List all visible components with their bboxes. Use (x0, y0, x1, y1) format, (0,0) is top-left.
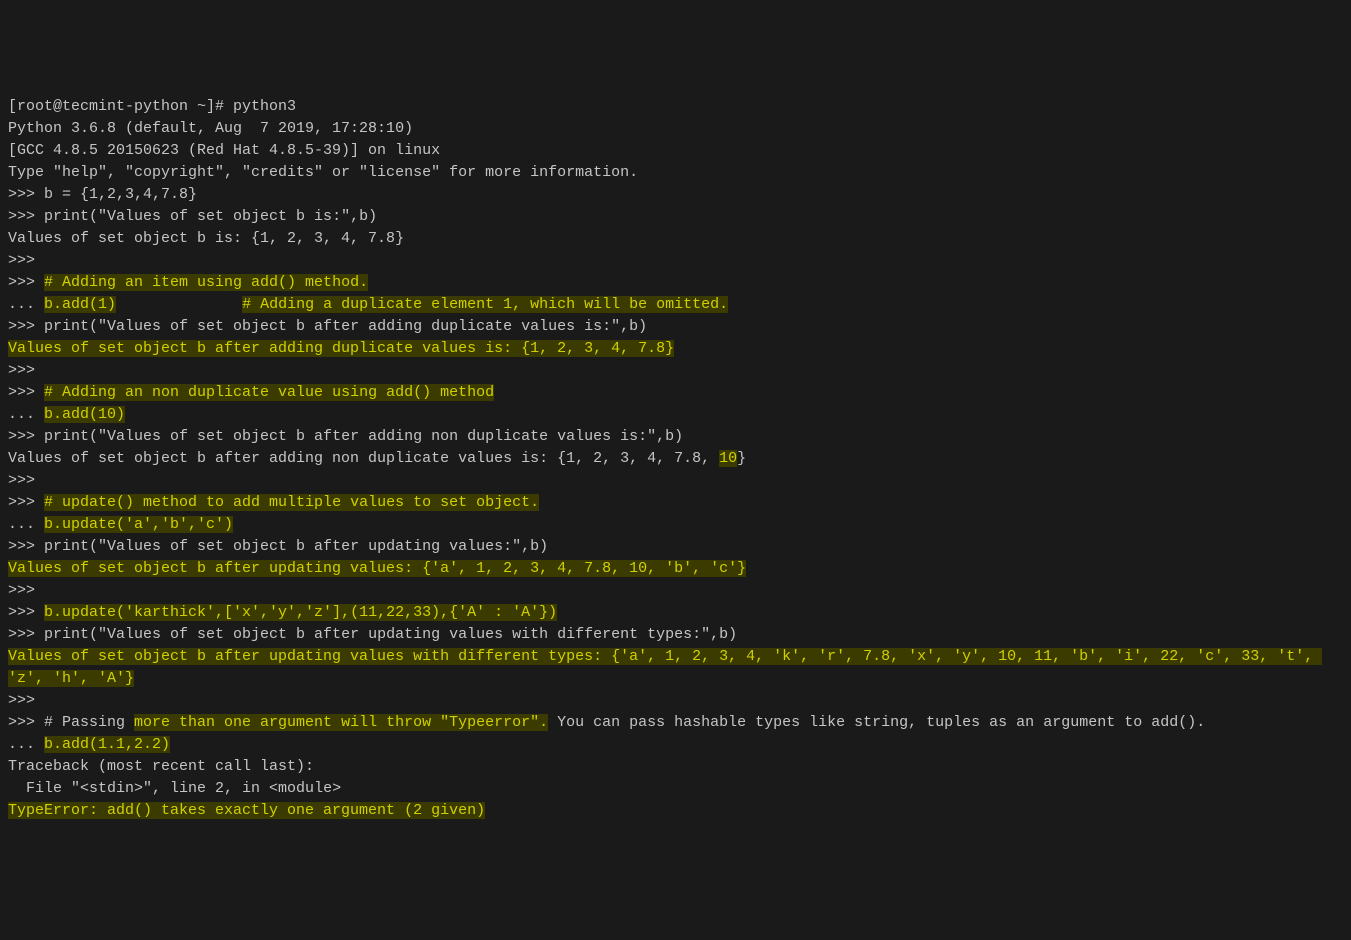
python-version: Python 3.6.8 (default, Aug 7 2019, 17:28… (8, 118, 1343, 140)
comment-add: # Adding an item using add() method. (44, 274, 368, 291)
repl-line[interactable]: >>> print("Values of set object b after … (8, 426, 1343, 448)
repl-line[interactable]: ... b.add(1) # Adding a duplicate elemen… (8, 294, 1343, 316)
ps1-prompt: >>> (8, 538, 44, 555)
comment-nondup: # Adding an non duplicate value using ad… (44, 384, 494, 401)
repl-line[interactable]: >>> # Passing more than one argument wil… (8, 712, 1343, 734)
code-print-dup: print("Values of set object b after addi… (44, 318, 647, 335)
repl-line[interactable]: >>> print("Values of set object b after … (8, 624, 1343, 646)
ps1-prompt: >>> (8, 186, 44, 203)
new-value-10: 10 (719, 450, 737, 467)
ps2-prompt: ... (8, 406, 44, 423)
output-initial: Values of set object b is: {1, 2, 3, 4, … (8, 228, 1343, 250)
output-update-mixed: Values of set object b after updating va… (8, 646, 1343, 690)
ps2-prompt: ... (8, 516, 44, 533)
shell-prompt-line: [root@tecmint-python ~]# python3 (8, 96, 1343, 118)
ps1-prompt: >>> (8, 208, 44, 225)
ps2-prompt: ... (8, 296, 44, 313)
output-dup: Values of set object b after adding dupl… (8, 338, 1343, 360)
repl-line[interactable]: >>> # Adding an non duplicate value usin… (8, 382, 1343, 404)
repl-line[interactable]: >>> # update() method to add multiple va… (8, 492, 1343, 514)
comment-pass-prefix: # Passing (44, 714, 134, 731)
code-add-duplicate: b.add(1) (44, 296, 116, 313)
code-print-b: print("Values of set object b is:",b) (44, 208, 377, 225)
code-print-update: print("Values of set object b after upda… (44, 538, 548, 555)
repl-line[interactable]: >>> b = {1,2,3,4,7.8} (8, 184, 1343, 206)
code-update-mixed: b.update('karthick',['x','y','z'],(11,22… (44, 604, 557, 621)
ps1-prompt: >>> (8, 428, 44, 445)
ps1-prompt: >>> (8, 384, 44, 401)
ps1-prompt: >>> (8, 582, 44, 599)
code-add-nondup: b.add(10) (44, 406, 125, 423)
ps1-prompt: >>> (8, 714, 44, 731)
typeerror-line: TypeError: add() takes exactly one argum… (8, 800, 1343, 822)
repl-line[interactable]: >>> print("Values of set object b after … (8, 316, 1343, 338)
help-line: Type "help", "copyright", "credits" or "… (8, 162, 1343, 184)
ps1-prompt: >>> (8, 362, 44, 379)
repl-line[interactable]: >>> # Adding an item using add() method. (8, 272, 1343, 294)
ps1-prompt: >>> (8, 252, 44, 269)
repl-line[interactable]: >>> b.update('karthick',['x','y','z'],(1… (8, 602, 1343, 624)
repl-blank[interactable]: >>> (8, 690, 1343, 712)
traceback-line-2: File "<stdin>", line 2, in <module> (8, 778, 1343, 800)
ps1-prompt: >>> (8, 692, 44, 709)
repl-blank[interactable]: >>> (8, 250, 1343, 272)
ps1-prompt: >>> (8, 626, 44, 643)
ps1-prompt: >>> (8, 274, 44, 291)
ps2-prompt: ... (8, 736, 44, 753)
code-print-update-mixed: print("Values of set object b after upda… (44, 626, 737, 643)
code-update: b.update('a','b','c') (44, 516, 233, 533)
ps1-prompt: >>> (8, 318, 44, 335)
shell-command[interactable]: python3 (233, 98, 296, 115)
comment-update: # update() method to add multiple values… (44, 494, 539, 511)
code-bad-add: b.add(1.1,2.2) (44, 736, 170, 753)
comment-add-dup: # Adding a duplicate element 1, which wi… (242, 296, 728, 313)
repl-line[interactable]: >>> print("Values of set object b after … (8, 536, 1343, 558)
code-assign-b: b = {1,2,3,4,7.8} (44, 186, 197, 203)
output-update: Values of set object b after updating va… (8, 558, 1343, 580)
comment-pad (116, 296, 242, 313)
gcc-line: [GCC 4.8.5 20150623 (Red Hat 4.8.5-39)] … (8, 140, 1343, 162)
ps1-prompt: >>> (8, 472, 44, 489)
comment-pass-suffix: You can pass hashable types like string,… (548, 714, 1205, 731)
repl-line[interactable]: >>> print("Values of set object b is:",b… (8, 206, 1343, 228)
comment-pass-highlight: more than one argument will throw "Typee… (134, 714, 548, 731)
repl-blank[interactable]: >>> (8, 360, 1343, 382)
ps1-prompt: >>> (8, 494, 44, 511)
repl-line[interactable]: ... b.update('a','b','c') (8, 514, 1343, 536)
code-print-nondup: print("Values of set object b after addi… (44, 428, 683, 445)
shell-prompt: [root@tecmint-python ~]# (8, 98, 233, 115)
ps1-prompt: >>> (8, 604, 44, 621)
traceback-line-1: Traceback (most recent call last): (8, 756, 1343, 778)
output-nondup: Values of set object b after adding non … (8, 448, 1343, 470)
repl-line[interactable]: ... b.add(1.1,2.2) (8, 734, 1343, 756)
repl-blank[interactable]: >>> (8, 470, 1343, 492)
repl-line[interactable]: ... b.add(10) (8, 404, 1343, 426)
repl-blank[interactable]: >>> (8, 580, 1343, 602)
